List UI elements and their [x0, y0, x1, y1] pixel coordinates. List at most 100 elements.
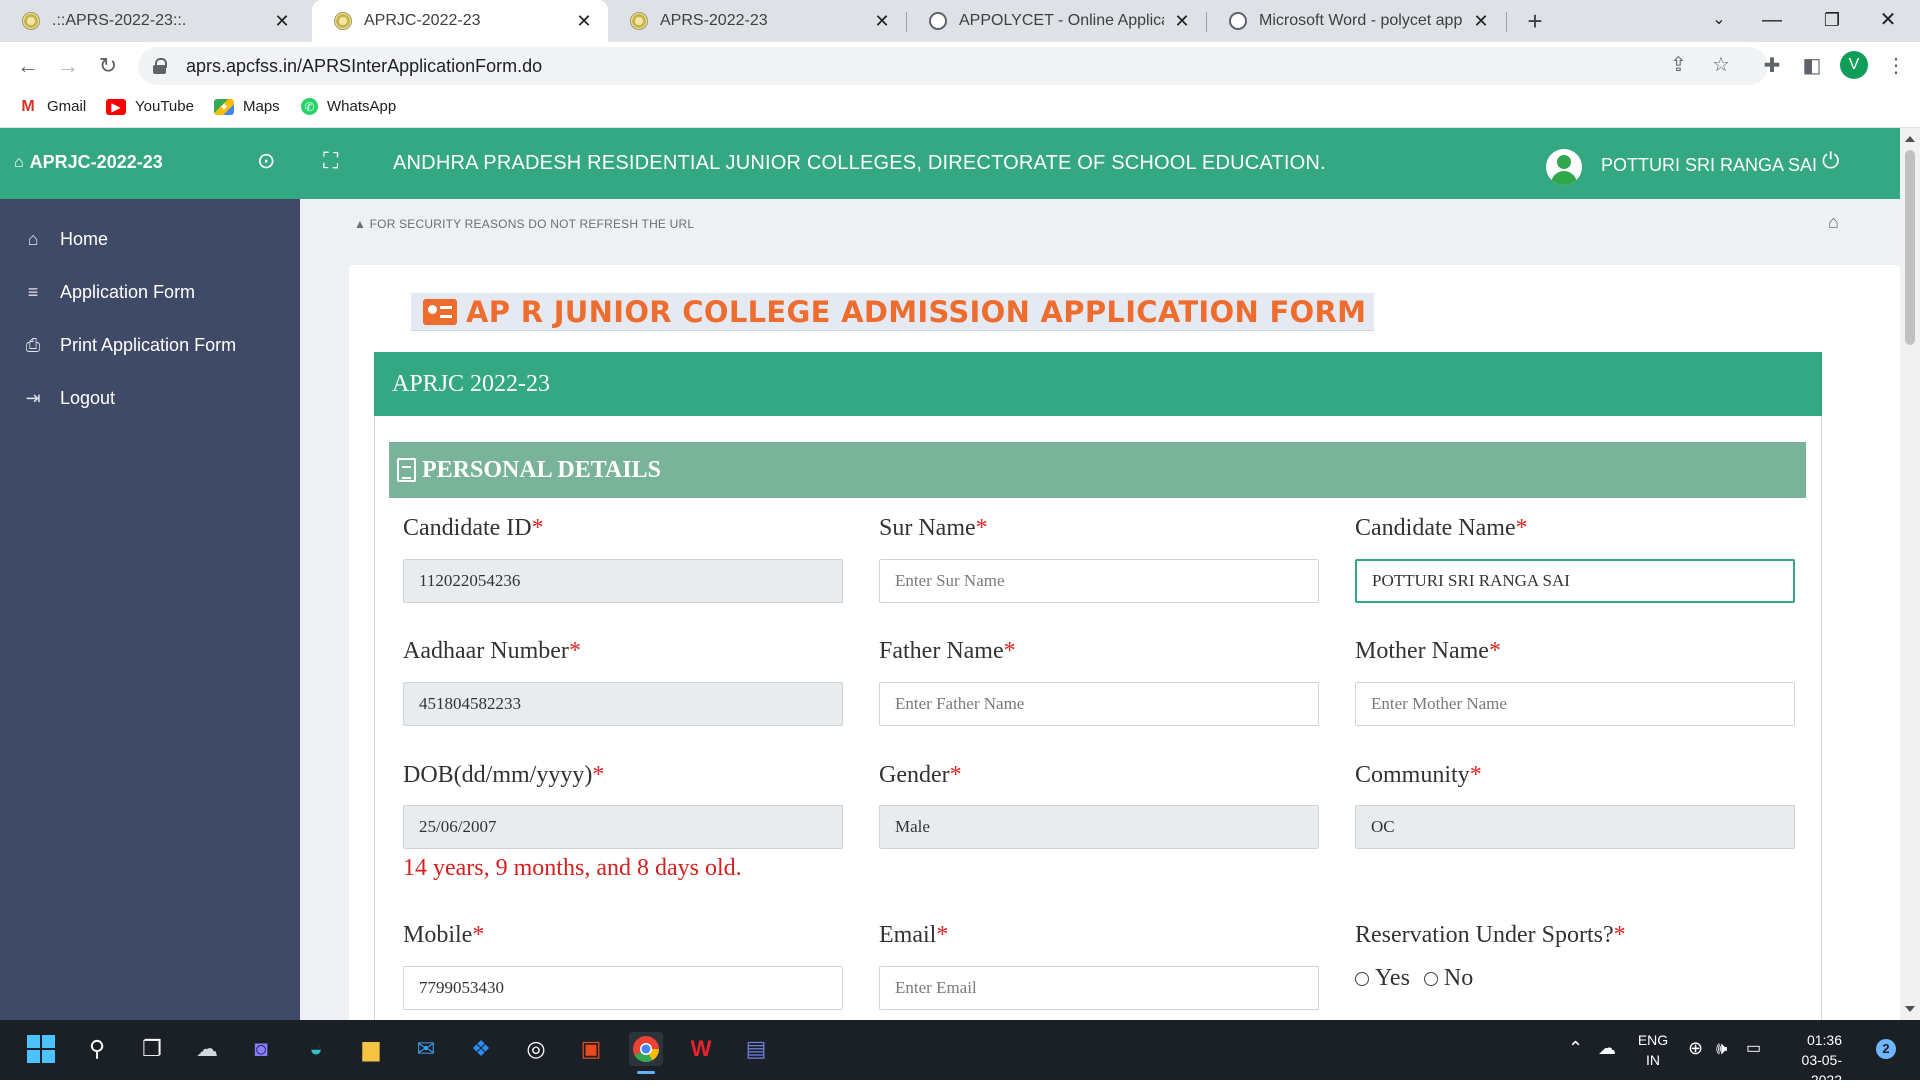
toggle-sidebar-icon[interactable]: ⊙ — [257, 148, 275, 174]
fullscreen-icon[interactable]: ⛶ — [323, 148, 338, 174]
url-text[interactable]: aprs.apcfss.in/APRSInterApplicationForm.… — [186, 56, 542, 77]
mother-name-input[interactable] — [1355, 682, 1795, 726]
lock-icon[interactable] — [152, 58, 168, 74]
scrollbar-thumb[interactable] — [1905, 150, 1915, 345]
scroll-down-arrow[interactable] — [1905, 1006, 1915, 1012]
onedrive-icon[interactable]: ☁ — [1598, 1038, 1616, 1059]
whatsapp-icon: ✆ — [301, 98, 318, 115]
required-mark: * — [936, 922, 949, 948]
widgets-icon[interactable]: ☁ — [190, 1032, 224, 1066]
side-panel-icon[interactable]: ◧ — [1796, 50, 1828, 82]
dropbox-icon[interactable]: ❖ — [464, 1032, 498, 1066]
community-field[interactable] — [1355, 805, 1795, 849]
user-avatar-icon[interactable] — [1546, 149, 1582, 185]
bookmark-gmail[interactable]: M Gmail — [18, 98, 86, 115]
search-icon[interactable]: ⚲ — [80, 1032, 114, 1066]
teams-chat-icon[interactable]: ◙ — [244, 1032, 278, 1066]
mail-icon[interactable]: ✉ — [409, 1032, 443, 1066]
forward-button[interactable]: → — [52, 50, 84, 82]
share-icon[interactable]: ⇪ — [1670, 52, 1687, 77]
sidebar-item-application-form[interactable]: ≡ Application Form — [22, 282, 195, 303]
brand-link[interactable]: ⌂ APRJC-2022-23 — [14, 152, 163, 173]
sports-yes-radio[interactable] — [1355, 971, 1369, 986]
battery-icon[interactable]: ▭ — [1746, 1038, 1761, 1058]
show-hidden-icons[interactable]: ⌃ — [1568, 1038, 1583, 1059]
language-indicator[interactable]: ENG IN — [1636, 1030, 1670, 1070]
close-tab-icon[interactable]: ✕ — [1172, 11, 1192, 32]
back-button[interactable]: ← — [12, 50, 44, 82]
maps-icon: ✦ — [214, 98, 234, 115]
close-tab-icon[interactable]: ✕ — [1471, 11, 1491, 32]
restore-button[interactable]: ❐ — [1806, 0, 1858, 42]
extensions-icon[interactable]: ✚ — [1756, 50, 1788, 82]
candidate-id-label: Candidate ID* — [403, 515, 544, 542]
close-tab-icon[interactable]: ✕ — [272, 11, 292, 32]
gmail-icon: M — [18, 98, 38, 115]
network-icon[interactable]: ⊕ — [1688, 1038, 1703, 1059]
home-icon[interactable]: ⌂ — [1828, 212, 1839, 233]
close-tab-icon[interactable]: ✕ — [574, 11, 594, 32]
father-name-input[interactable] — [879, 682, 1319, 726]
tab-search-icon[interactable]: ⌄ — [1693, 0, 1745, 42]
dob-field[interactable] — [403, 805, 843, 849]
bookmark-whatsapp[interactable]: ✆ WhatsApp — [301, 98, 396, 115]
edge-icon[interactable]: ◒ — [299, 1032, 333, 1066]
label-text: Aadhaar Number — [403, 638, 569, 664]
sur-name-input[interactable] — [879, 559, 1319, 603]
wps-office-icon[interactable]: W — [684, 1032, 718, 1066]
browser-tab[interactable]: .::APRS-2022-23::. ✕ — [0, 0, 306, 42]
task-view-icon[interactable]: ❐ — [135, 1032, 169, 1066]
clock-date: 03-05-2022 — [1801, 1052, 1842, 1088]
teams-icon[interactable]: ▤ — [739, 1032, 773, 1066]
file-explorer-icon[interactable]: ▆ — [354, 1032, 388, 1066]
app-icon[interactable]: ◎ — [519, 1032, 553, 1066]
browser-tab-active[interactable]: APRJC-2022-23 ✕ — [312, 0, 608, 42]
browser-tab[interactable]: APRS-2022-23 ✕ — [608, 0, 906, 42]
profile-avatar[interactable]: V — [1840, 51, 1868, 79]
sidebar-item-logout[interactable]: ⇥ Logout — [22, 388, 115, 409]
close-window-button[interactable]: ✕ — [1862, 0, 1914, 42]
radio-label-yes[interactable]: Yes — [1375, 965, 1410, 992]
browser-tab[interactable]: APPOLYCET - Online Application ✕ — [907, 0, 1206, 42]
windows-start-icon[interactable] — [24, 1032, 58, 1066]
sports-no-radio[interactable] — [1423, 971, 1438, 986]
sidebar-item-label: Home — [60, 229, 109, 249]
browser-tab[interactable]: Microsoft Word - polycet applica ✕ — [1207, 0, 1505, 42]
aadhaar-field[interactable] — [403, 682, 843, 726]
user-name[interactable]: POTTURI SRI RANGA SAI — [1601, 155, 1817, 176]
candidate-id-field[interactable] — [403, 559, 843, 603]
reload-button[interactable]: ↻ — [92, 50, 124, 82]
chrome-icon[interactable] — [629, 1032, 663, 1066]
bookmark-maps[interactable]: ✦ Maps — [214, 98, 280, 115]
menu-dots-icon[interactable]: ⋮ — [1880, 50, 1912, 82]
new-tab-button[interactable]: + — [1518, 4, 1552, 38]
radio-label-no[interactable]: No — [1444, 965, 1473, 992]
sidebar-item-print-application-form[interactable]: ⎙ Print Application Form — [22, 335, 236, 356]
candidate-name-input[interactable] — [1355, 559, 1795, 603]
gender-field[interactable] — [879, 805, 1319, 849]
office-icon[interactable]: ▣ — [574, 1032, 608, 1066]
close-tab-icon[interactable]: ✕ — [872, 11, 892, 32]
required-mark: * — [531, 515, 544, 541]
tab-separator — [1506, 12, 1507, 32]
power-icon[interactable]: ⏻ — [1822, 148, 1839, 174]
mobile-label: Mobile* — [403, 922, 484, 949]
page-scrollbar[interactable] — [1900, 128, 1920, 1020]
volume-icon[interactable]: 🕪 — [1716, 1038, 1727, 1059]
email-input[interactable] — [879, 966, 1319, 1010]
system-clock[interactable]: 01:36 03-05-2022 — [1776, 1030, 1842, 1090]
printer-icon: ⎙ — [25, 335, 41, 355]
browser-toolbar: ← → ↻ aprs.apcfss.in/APRSInterApplicatio… — [0, 42, 1920, 90]
sidebar-item-home[interactable]: ⌂ Home — [22, 229, 108, 250]
minimize-button[interactable]: — — [1746, 0, 1798, 42]
tab-title: APPOLYCET - Online Application — [959, 12, 1164, 29]
bookmark-youtube[interactable]: ▶ YouTube — [106, 98, 194, 115]
bookmark-label: WhatsApp — [327, 98, 397, 115]
bookmark-star-icon[interactable]: ☆ — [1712, 52, 1730, 77]
mobile-input[interactable] — [403, 966, 843, 1010]
scroll-up-arrow[interactable] — [1905, 136, 1915, 142]
notification-badge[interactable]: 2 — [1876, 1039, 1896, 1059]
address-bar[interactable]: aprs.apcfss.in/APRSInterApplicationForm.… — [138, 47, 1768, 85]
label-text: Sur Name — [879, 515, 976, 541]
community-label: Community* — [1355, 762, 1482, 789]
